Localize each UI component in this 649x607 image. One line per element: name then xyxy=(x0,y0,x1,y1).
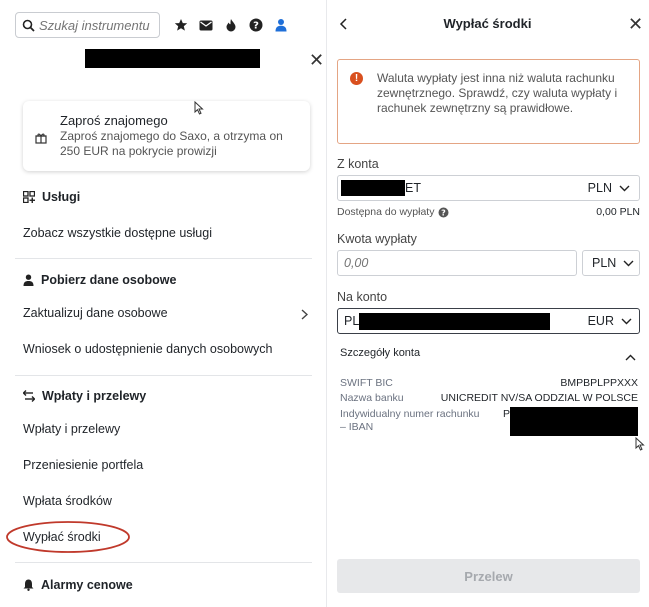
star-icon[interactable] xyxy=(174,18,188,32)
section-price-alerts: Alarmy cenowe xyxy=(23,578,133,592)
close-icon[interactable]: ✕ xyxy=(628,15,643,33)
menu-item-deposit-funds[interactable]: Wpłata środków xyxy=(23,494,112,508)
account-details-heading[interactable]: Szczegóły konta xyxy=(340,347,420,359)
chevron-down-icon xyxy=(621,318,632,324)
swift-value: BMPBPLPPXXX xyxy=(560,377,638,389)
divider xyxy=(15,375,312,376)
redacted-account-number xyxy=(359,313,550,330)
theme-icon[interactable] xyxy=(224,18,238,32)
warning-box: ! Waluta wypłaty jest inna niż waluta ra… xyxy=(337,59,640,144)
submit-transfer-button[interactable]: Przelew xyxy=(337,559,640,593)
invite-description: Zaproś znajomego do Saxo, a otrzyma on 2… xyxy=(60,129,283,158)
warning-icon: ! xyxy=(350,72,363,85)
bank-label: Nazwa banku xyxy=(340,392,404,404)
search-icon xyxy=(22,19,35,32)
menu-item-portfolio-transfer[interactable]: Przeniesienie portfela xyxy=(23,458,143,472)
section-services-label: Usługi xyxy=(42,190,81,204)
from-account-label: Z konta xyxy=(337,157,379,171)
mail-icon[interactable] xyxy=(199,18,213,32)
page-title: Wypłać środki xyxy=(443,16,532,31)
menu-item-all-services[interactable]: Zobacz wszystkie dostępne usługi xyxy=(23,226,212,240)
amount-currency-select[interactable]: PLN xyxy=(582,250,640,276)
divider xyxy=(15,258,312,259)
amount-input[interactable] xyxy=(344,256,564,270)
section-personal-data-label: Pobierz dane osobowe xyxy=(41,273,177,287)
invite-title: Zaproś znajomego xyxy=(60,113,168,128)
mouse-cursor-icon xyxy=(194,100,204,120)
bell-icon xyxy=(23,579,34,591)
to-currency-select[interactable]: EUR xyxy=(588,314,632,328)
iban-value: P xyxy=(503,408,511,420)
chevron-down-icon xyxy=(623,260,634,266)
available-row: Dostępna do wypłaty ? xyxy=(337,206,449,218)
chevron-down-icon xyxy=(619,185,630,191)
amount-field[interactable] xyxy=(337,250,577,276)
menu-item-data-request[interactable]: Wniosek o udostępnienie danych osobowych xyxy=(23,342,272,356)
available-value: 0,00 PLN xyxy=(596,206,640,218)
svg-text:?: ? xyxy=(442,208,447,217)
available-label: Dostępna do wypłaty xyxy=(337,206,435,218)
search-input[interactable] xyxy=(35,17,157,33)
gift-icon xyxy=(35,131,47,149)
user-icon[interactable] xyxy=(274,18,288,32)
person-icon xyxy=(23,274,34,286)
from-currency-select[interactable]: PLN xyxy=(588,181,630,195)
redacted-account-number xyxy=(341,180,405,196)
to-account-label: Na konto xyxy=(337,290,388,304)
iban-label: Indywidualny numer rachunku – IBAN xyxy=(340,408,480,433)
to-account-select[interactable]: PL EUR xyxy=(337,308,640,334)
redacted-account-name xyxy=(85,49,260,68)
bank-value: UNICREDIT NV/SA ODDZIAL W POLSCE xyxy=(440,392,638,404)
from-currency-value: PLN xyxy=(587,181,612,195)
search-box[interactable] xyxy=(15,12,160,38)
chevron-up-icon[interactable] xyxy=(625,348,636,366)
svg-text:?: ? xyxy=(253,21,259,32)
redacted-iban xyxy=(510,407,638,436)
to-currency-value: EUR xyxy=(587,314,614,328)
warning-text: Waluta wypłaty jest inna niż waluta rach… xyxy=(377,71,618,115)
panel-divider xyxy=(326,0,327,607)
from-account-value: ET xyxy=(405,181,421,195)
from-account-select[interactable]: ET PLN xyxy=(337,175,640,201)
divider xyxy=(15,562,312,563)
highlight-circle xyxy=(6,521,130,553)
mouse-cursor-icon xyxy=(635,436,645,456)
chevron-right-icon[interactable] xyxy=(301,307,309,325)
info-icon[interactable]: ? xyxy=(438,207,449,218)
section-services: Usługi xyxy=(23,190,80,204)
section-transfers: Wpłaty i przelewy xyxy=(23,389,146,403)
section-price-alerts-label: Alarmy cenowe xyxy=(41,578,133,592)
swift-label: SWIFT BIC xyxy=(340,377,393,389)
amount-currency-value: PLN xyxy=(592,256,617,270)
close-icon[interactable]: ✕ xyxy=(309,51,324,69)
to-account-value: PL xyxy=(344,314,360,328)
invite-card[interactable]: Zaproś znajomego Zaproś znajomego do Sax… xyxy=(23,101,310,171)
amount-label: Kwota wypłaty xyxy=(337,232,417,246)
section-transfers-label: Wpłaty i przelewy xyxy=(42,389,147,403)
transfer-arrows-icon xyxy=(23,390,35,402)
menu-item-deposits-transfers[interactable]: Wpłaty i przelewy xyxy=(23,422,120,436)
menu-item-update-personal-data[interactable]: Zaktualizuj dane osobowe xyxy=(23,306,168,320)
help-icon[interactable]: ? xyxy=(249,18,263,32)
grid-plus-icon xyxy=(23,191,35,203)
section-personal-data: Pobierz dane osobowe xyxy=(23,273,176,287)
